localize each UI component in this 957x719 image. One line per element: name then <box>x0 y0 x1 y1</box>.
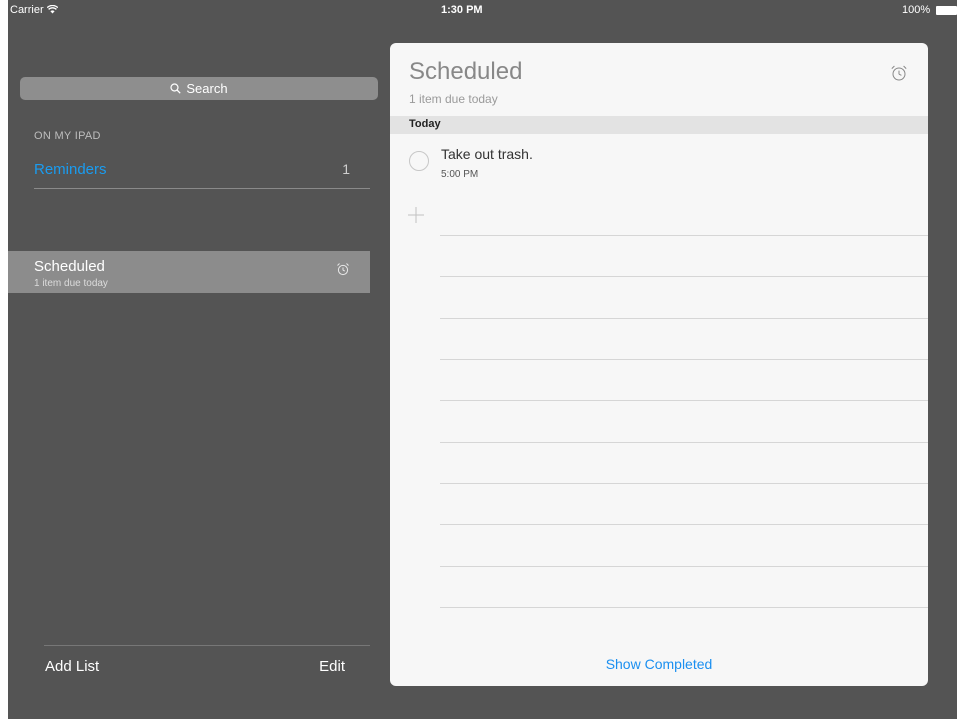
sidebar-toolbar: Add List Edit <box>44 645 370 686</box>
ruled-line <box>440 318 928 319</box>
ruled-line <box>440 566 928 567</box>
alarm-clock-icon <box>337 263 349 276</box>
task-complete-checkbox[interactable] <box>409 151 429 171</box>
ruled-line <box>440 359 928 360</box>
ruled-line <box>440 276 928 277</box>
sidebar-item-scheduled[interactable]: Scheduled 1 item due today <box>8 251 370 293</box>
status-bar: Carrier 1:30 PM 100% <box>8 0 957 20</box>
task-title[interactable]: Take out trash. <box>441 146 533 162</box>
task-due-time: 5:00 PM <box>441 169 479 180</box>
carrier-text: Carrier <box>10 4 44 16</box>
add-reminder-icon[interactable] <box>407 206 425 224</box>
ruled-line <box>440 524 928 525</box>
scheduled-title: Scheduled <box>34 258 105 275</box>
sidebar-item-reminders[interactable]: Reminders 1 <box>34 152 370 189</box>
alarm-clock-icon <box>891 65 907 81</box>
search-icon <box>170 83 182 94</box>
list-count: 1 <box>342 161 350 177</box>
list-label: Reminders <box>34 161 107 178</box>
battery-percentage: 100% <box>902 4 931 16</box>
section-header-on-my-ipad: ON MY IPAD <box>34 130 101 142</box>
scheduled-subtitle: 1 item due today <box>34 278 108 289</box>
list-title: Scheduled <box>409 58 523 85</box>
search-field[interactable]: Search <box>20 77 378 100</box>
clock: 1:30 PM <box>441 4 483 16</box>
ruled-line <box>440 607 928 608</box>
edit-button[interactable]: Edit <box>319 658 345 675</box>
wifi-icon <box>46 5 58 14</box>
ruled-line <box>440 235 928 236</box>
ruled-line <box>440 483 928 484</box>
ruled-line <box>440 400 928 401</box>
section-header-today: Today <box>390 116 928 134</box>
add-list-button[interactable]: Add List <box>45 658 99 675</box>
list-subtitle: 1 item due today <box>409 92 498 106</box>
carrier-label: Carrier <box>10 4 58 16</box>
search-placeholder: Search <box>186 81 228 96</box>
show-completed-button[interactable]: Show Completed <box>390 656 928 672</box>
ipad-screen: Carrier 1:30 PM 100% Search ON MY IPAD R… <box>8 0 957 719</box>
ruled-line <box>440 442 928 443</box>
scheduled-list-card: Scheduled 1 item due today Today Take ou… <box>390 43 928 686</box>
battery-icon <box>936 6 957 15</box>
section-label: Today <box>409 118 441 130</box>
